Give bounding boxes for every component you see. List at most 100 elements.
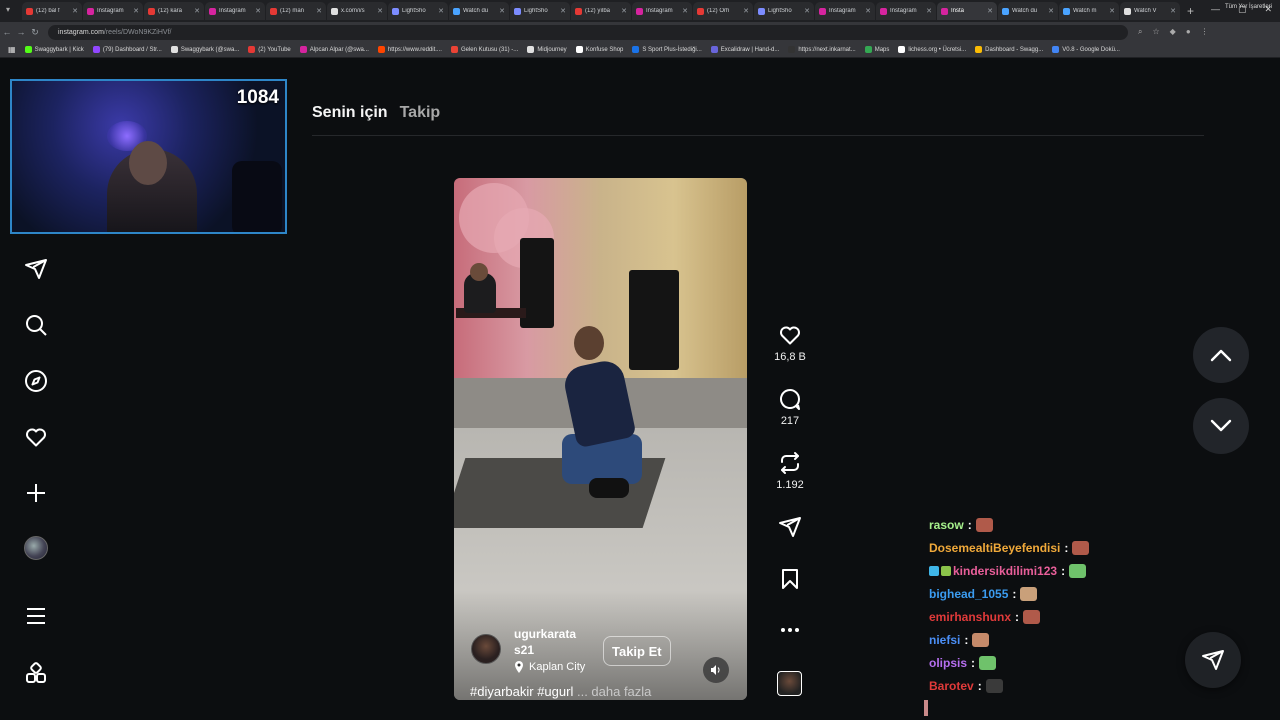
browser-tab[interactable]: (12) kara ✕ <box>144 2 204 20</box>
browser-tab[interactable]: (12) bal f ✕ <box>22 2 82 20</box>
bookmark-item[interactable]: https://www.reddit.... <box>377 46 442 53</box>
tab-close-icon[interactable]: ✕ <box>194 7 200 15</box>
tab-close-icon[interactable]: ✕ <box>377 7 383 15</box>
tab-close-icon[interactable]: ✕ <box>255 7 261 15</box>
create-plus-icon[interactable] <box>23 480 49 506</box>
reel-location[interactable]: Kaplan City <box>514 661 585 673</box>
browser-tab[interactable]: Instagram ✕ <box>205 2 265 20</box>
mute-button[interactable] <box>703 657 729 683</box>
browser-tab[interactable]: Watch du ✕ <box>998 2 1058 20</box>
tab-close-icon[interactable]: ✕ <box>72 7 78 15</box>
repost-icon[interactable] <box>777 451 803 475</box>
bookmark-item[interactable]: Alpcan Alpar (@swa... <box>299 46 369 53</box>
audio-thumbnail[interactable] <box>777 671 802 696</box>
browser-tab[interactable]: (12) Orh ✕ <box>693 2 753 20</box>
browser-tab[interactable]: Instagram ✕ <box>83 2 143 20</box>
browser-tab[interactable]: x.com/i/s ✕ <box>327 2 387 20</box>
chat-username[interactable]: DosemealtiBeyefendisi <box>929 541 1060 555</box>
chat-username[interactable]: niefsi <box>929 633 960 647</box>
all-bookmarks[interactable]: Tüm Yer İşaretleri <box>1225 4 1272 10</box>
messages-button[interactable] <box>1185 632 1241 688</box>
tab-close-icon[interactable]: ✕ <box>682 7 688 15</box>
apps-grid-icon[interactable]: ▦ <box>8 45 16 54</box>
extension-icon[interactable]: ◆ <box>1170 27 1176 37</box>
profile-avatar[interactable] <box>23 535 49 561</box>
tab-close-icon[interactable]: ✕ <box>987 7 993 15</box>
chat-username[interactable]: olipsis <box>929 656 967 670</box>
browser-tab[interactable]: (12) man ✕ <box>266 2 326 20</box>
browser-tab[interactable]: Watch du ✕ <box>449 2 509 20</box>
reel-caption[interactable]: #diyarbakir #ugurl ... daha fazla <box>470 684 651 699</box>
back-icon[interactable]: ← <box>0 27 14 37</box>
browser-tab[interactable]: Instagram ✕ <box>876 2 936 20</box>
zoom-icon[interactable]: ⌕ <box>1138 27 1142 37</box>
tab-close-icon[interactable]: ✕ <box>804 7 810 15</box>
tab-close-icon[interactable]: ✕ <box>316 7 322 15</box>
next-reel-button[interactable] <box>1193 398 1249 454</box>
reload-icon[interactable]: ↻ <box>28 27 42 38</box>
bookmark-item[interactable]: Midjourney <box>527 46 567 53</box>
bookmark-item[interactable]: Gelen Kutusu (31) -... <box>450 46 518 53</box>
tab-close-icon[interactable]: ✕ <box>865 7 871 15</box>
also-from-meta-icon[interactable] <box>23 660 49 686</box>
browser-tab[interactable]: Watch m ✕ <box>1059 2 1119 20</box>
tab-following[interactable]: Takip <box>400 104 441 122</box>
bookmark-item[interactable]: (2) YouTube <box>248 46 291 53</box>
browser-tab[interactable]: Insta ✕ <box>937 2 997 20</box>
browser-tab[interactable]: LightSho ✕ <box>510 2 570 20</box>
tab-close-icon[interactable]: ✕ <box>499 7 505 15</box>
bookmark-item[interactable]: https://next.inkarnat... <box>788 46 856 53</box>
browser-tab[interactable]: Instagram ✕ <box>632 2 692 20</box>
url-field[interactable]: instagram.com/reels/DWoN9KZiHVf/ <box>48 24 1128 40</box>
like-heart-icon[interactable] <box>777 323 803 347</box>
tab-close-icon[interactable]: ✕ <box>1170 7 1176 15</box>
new-tab-button[interactable]: + <box>1187 4 1194 18</box>
browser-tab[interactable]: LightSho ✕ <box>388 2 448 20</box>
chat-username[interactable]: emirhanshunx <box>929 610 1011 624</box>
forward-icon[interactable]: → <box>14 27 28 37</box>
bookmark-item[interactable]: S Sport Plus-İstediği... <box>632 46 702 53</box>
explore-compass-icon[interactable] <box>23 368 49 394</box>
tab-close-icon[interactable]: ✕ <box>926 7 932 15</box>
more-dots-icon[interactable] <box>778 622 802 638</box>
bookmark-item[interactable]: Excalidraw | Hand-d... <box>710 46 779 53</box>
share-send-icon[interactable] <box>777 515 803 539</box>
bookmark-item[interactable]: Konfuse Shop <box>575 46 623 53</box>
browser-tab[interactable]: Instagram ✕ <box>815 2 875 20</box>
more-menu-icon[interactable] <box>23 603 49 629</box>
bookmark-item[interactable]: Dashboard - Swagg... <box>975 46 1043 53</box>
bookmark-star-icon[interactable]: ☆ <box>1152 27 1159 37</box>
tab-close-icon[interactable]: ✕ <box>1048 7 1054 15</box>
previous-reel-button[interactable] <box>1193 327 1249 383</box>
bookmark-icon[interactable] <box>778 567 802 591</box>
chat-username[interactable]: Barotev <box>929 679 974 693</box>
profile-avatar-icon[interactable]: ● <box>1186 27 1191 37</box>
bookmark-item[interactable]: Swaggybark | Kick <box>24 46 84 53</box>
follow-button[interactable]: Takip Et <box>603 636 671 666</box>
browser-tab[interactable]: (12) yılba ✕ <box>571 2 631 20</box>
tab-close-icon[interactable]: ✕ <box>1109 7 1115 15</box>
direct-messages-icon[interactable] <box>23 256 49 282</box>
search-icon[interactable] <box>23 312 49 338</box>
bookmark-item[interactable]: Swaggybark (@swa... <box>170 46 239 53</box>
bookmark-item[interactable]: V0.8 - Google Dokü... <box>1052 46 1120 53</box>
browser-tab[interactable]: Watch V ✕ <box>1120 2 1180 20</box>
chat-username[interactable]: rasow <box>929 518 964 532</box>
reel-video[interactable]: ugurkarata s21 Kaplan City Takip Et #diy… <box>454 178 747 700</box>
reel-author-avatar[interactable] <box>471 634 501 664</box>
tab-close-icon[interactable]: ✕ <box>743 7 749 15</box>
caption-more-link[interactable]: ... daha fazla <box>577 684 651 699</box>
chat-username[interactable]: kindersikdilimi123 <box>953 564 1057 578</box>
chat-username[interactable]: bighead_1055 <box>929 587 1008 601</box>
comment-bubble-icon[interactable] <box>777 387 803 411</box>
notifications-heart-icon[interactable] <box>23 424 49 450</box>
tab-close-icon[interactable]: ✕ <box>621 7 627 15</box>
bookmark-item[interactable]: Maps <box>864 46 889 53</box>
tab-close-icon[interactable]: ✕ <box>560 7 566 15</box>
browser-tab[interactable]: LightSho ✕ <box>754 2 814 20</box>
menu-dots-icon[interactable]: ⋮ <box>1201 27 1209 37</box>
tab-for-you[interactable]: Senin için <box>312 104 388 122</box>
tab-close-icon[interactable]: ✕ <box>438 7 444 15</box>
minimize-button[interactable]: — <box>1211 4 1220 15</box>
reel-author-username[interactable]: ugurkarata s21 <box>514 626 594 658</box>
